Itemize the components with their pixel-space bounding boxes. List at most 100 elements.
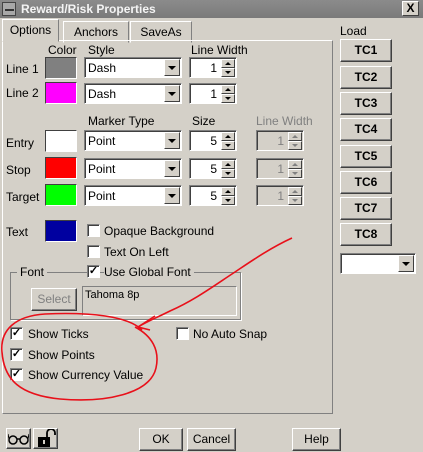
- show-ticks-label[interactable]: Show Ticks: [28, 327, 89, 341]
- spin-down-icon[interactable]: [221, 68, 235, 77]
- entry-marker-value: Point: [88, 134, 116, 148]
- entry-marker-combo[interactable]: Point: [84, 130, 182, 151]
- marker-type-header: Marker Type: [88, 114, 155, 128]
- target-size-spinner[interactable]: 5: [189, 185, 237, 206]
- properties-dialog: Reward/Risk Properties X Options Anchors…: [0, 0, 423, 452]
- lock-button[interactable]: [33, 428, 58, 449]
- target-line-width-spinner: 1: [256, 185, 304, 206]
- target-label: Target: [6, 190, 40, 204]
- cancel-button[interactable]: Cancel: [187, 428, 236, 451]
- entry-line-width-value: 1: [277, 134, 284, 148]
- spin-down-icon[interactable]: [221, 169, 235, 178]
- spin-down-icon: [288, 196, 302, 205]
- opaque-background-label[interactable]: Opaque Background: [104, 224, 214, 238]
- select-font-button[interactable]: Select: [31, 288, 77, 311]
- line-width-header: Line Width: [191, 43, 248, 57]
- opaque-background-checkbox[interactable]: [87, 224, 100, 237]
- line2-label: Line 2: [6, 86, 39, 100]
- spin-up-icon[interactable]: [221, 160, 235, 169]
- spin-up-icon[interactable]: [221, 85, 235, 94]
- stop-line-width-spinner: 1: [256, 158, 304, 179]
- tc3-button[interactable]: TC3: [340, 92, 392, 115]
- tc2-button[interactable]: TC2: [340, 66, 392, 89]
- tc6-button[interactable]: TC6: [340, 171, 392, 194]
- load-label: Load: [340, 24, 367, 38]
- close-button[interactable]: X: [402, 1, 419, 16]
- text-on-left-label[interactable]: Text On Left: [104, 245, 169, 259]
- no-auto-snap-label[interactable]: No Auto Snap: [193, 327, 267, 341]
- line2-style-combo[interactable]: Dash: [84, 83, 182, 104]
- glasses-button[interactable]: [6, 428, 31, 449]
- dropdown-arrow-icon[interactable]: [164, 132, 180, 149]
- tc7-button[interactable]: TC7: [340, 197, 392, 220]
- target-marker-combo[interactable]: Point: [84, 185, 182, 206]
- text-color-swatch[interactable]: [45, 220, 77, 242]
- entry-color-swatch[interactable]: [45, 130, 77, 152]
- tc1-button[interactable]: TC1: [340, 39, 392, 62]
- use-global-font-checkbox[interactable]: ✓: [87, 265, 100, 278]
- dropdown-arrow-icon[interactable]: [164, 187, 180, 204]
- stop-color-swatch[interactable]: [45, 157, 77, 179]
- show-points-label[interactable]: Show Points: [28, 348, 95, 362]
- style-header: Style: [88, 43, 115, 57]
- tab-options[interactable]: Options: [2, 19, 59, 42]
- spin-up-icon[interactable]: [221, 132, 235, 141]
- text-on-left-checkbox[interactable]: [87, 245, 100, 258]
- entry-line-width-spinner: 1: [256, 130, 304, 151]
- target-color-swatch[interactable]: [45, 184, 77, 206]
- unlocked-padlock-icon: [38, 429, 56, 447]
- spin-down-icon[interactable]: [221, 141, 235, 150]
- entry-size-spinner[interactable]: 5: [189, 130, 237, 151]
- spin-up-icon: [288, 160, 302, 169]
- line1-label: Line 1: [6, 62, 39, 76]
- spin-up-icon: [288, 132, 302, 141]
- help-button[interactable]: Help: [292, 428, 341, 451]
- use-global-font-label[interactable]: Use Global Font: [104, 265, 194, 279]
- entry-size-value: 5: [210, 134, 217, 148]
- line1-width-spinner[interactable]: 1: [189, 57, 237, 78]
- ok-button[interactable]: OK: [139, 428, 183, 451]
- size-header: Size: [192, 114, 216, 128]
- spin-down-icon[interactable]: [221, 94, 235, 103]
- spin-up-icon[interactable]: [221, 187, 235, 196]
- line2-style-value: Dash: [88, 87, 117, 101]
- stop-marker-value: Point: [88, 162, 116, 176]
- spin-down-icon: [288, 169, 302, 178]
- dropdown-arrow-icon[interactable]: [398, 255, 414, 272]
- line2-width-value: 1: [210, 87, 217, 101]
- line1-color-swatch[interactable]: [45, 57, 77, 79]
- tc8-button[interactable]: TC8: [340, 223, 392, 246]
- dropdown-arrow-icon[interactable]: [164, 85, 180, 102]
- stop-size-value: 5: [210, 162, 217, 176]
- line1-style-value: Dash: [88, 61, 117, 75]
- show-points-checkbox[interactable]: ✓: [10, 348, 23, 361]
- show-currency-label[interactable]: Show Currency Value: [28, 368, 143, 382]
- line2-color-swatch[interactable]: [45, 82, 77, 104]
- spin-down-icon[interactable]: [221, 196, 235, 205]
- no-auto-snap-checkbox[interactable]: [176, 327, 189, 340]
- line1-style-combo[interactable]: Dash: [84, 57, 182, 78]
- title-bar[interactable]: Reward/Risk Properties X: [0, 0, 423, 18]
- window-icon[interactable]: [2, 2, 16, 16]
- load-combo[interactable]: [340, 253, 416, 274]
- show-currency-checkbox[interactable]: ✓: [10, 368, 23, 381]
- line2-width-spinner[interactable]: 1: [189, 83, 237, 104]
- line1-width-value: 1: [210, 61, 217, 75]
- text-label: Text: [6, 225, 29, 239]
- dropdown-arrow-icon[interactable]: [164, 160, 180, 177]
- stop-marker-combo[interactable]: Point: [84, 158, 182, 179]
- tc5-button[interactable]: TC5: [340, 145, 392, 168]
- tc4-button[interactable]: TC4: [340, 118, 392, 141]
- glasses-icon: [8, 433, 29, 445]
- spin-up-icon: [288, 187, 302, 196]
- stop-size-spinner[interactable]: 5: [189, 158, 237, 179]
- marker-line-width-header: Line Width: [256, 114, 313, 128]
- dropdown-arrow-icon[interactable]: [164, 59, 180, 76]
- spin-up-icon[interactable]: [221, 59, 235, 68]
- show-ticks-checkbox[interactable]: ✓: [10, 327, 23, 340]
- target-size-value: 5: [210, 189, 217, 203]
- entry-label: Entry: [6, 136, 35, 150]
- font-preview-text: Tahoma 8p: [85, 289, 140, 301]
- stop-label: Stop: [6, 163, 31, 177]
- target-line-width-value: 1: [277, 189, 284, 203]
